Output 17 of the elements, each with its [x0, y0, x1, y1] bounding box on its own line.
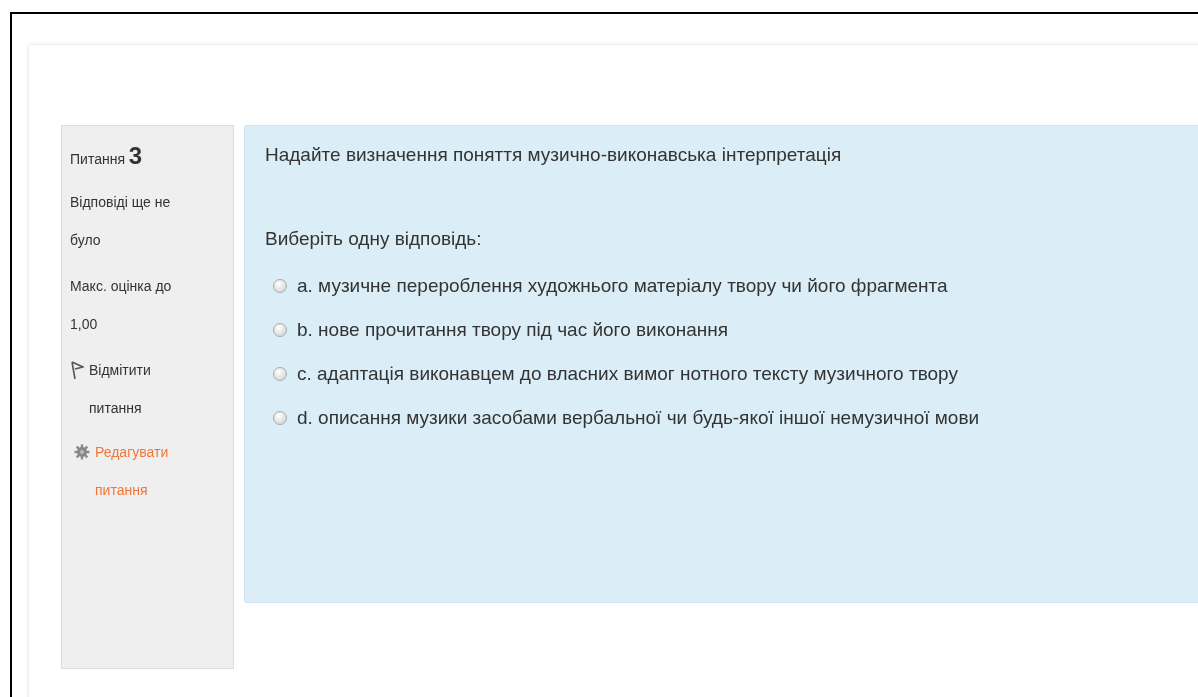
- answer-prompt: Виберіть одну відповідь:: [265, 228, 483, 250]
- radio-button[interactable]: [273, 323, 287, 337]
- question-number: 3: [128, 142, 143, 169]
- radio-button[interactable]: [273, 279, 287, 293]
- radio-button[interactable]: [273, 367, 287, 381]
- gear-icon: [74, 444, 90, 460]
- answer-option: d. описання музики засобами вербальної чи будь-якої іншої немузичної мови: [297, 407, 980, 429]
- flag-icon: [70, 360, 84, 380]
- answer-option: c. адаптація виконавцем до власних вимог нотного тексту музичного твору: [297, 363, 958, 385]
- flag-link[interactable]: Відмітити питання: [89, 351, 199, 427]
- radio-button[interactable]: [273, 411, 287, 425]
- question-label: Питання: [70, 151, 125, 167]
- question-state: Відповіді ще не було: [70, 193, 172, 250]
- max-grade: Макс. оцінка до 1,00: [70, 277, 173, 334]
- question-text: Надайте визначення поняття музично-виконавська інтерпретація: [265, 144, 843, 166]
- answer-option: a. музичне перероблення художнього матеріалу твору чи його фрагмента: [297, 275, 948, 297]
- answer-option: b. нове прочитання твору під час його виконання: [297, 319, 729, 341]
